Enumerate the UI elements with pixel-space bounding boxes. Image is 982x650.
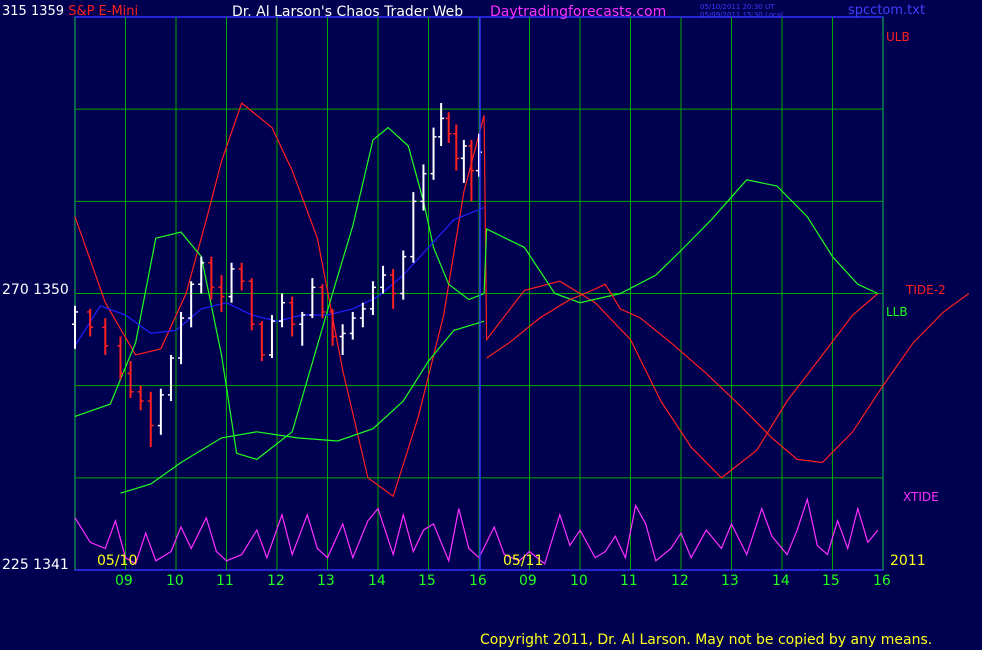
header-left-prefix: 315 bbox=[2, 4, 31, 19]
header-title: Dr. Al Larson's Chaos Trader Web bbox=[232, 4, 464, 20]
chart-svg bbox=[72, 16, 970, 571]
hour-label: 11 bbox=[620, 573, 638, 589]
label-ulb: ULB bbox=[886, 30, 910, 44]
y-label-bottom: 225 1341 bbox=[2, 557, 69, 573]
header-price: 315 1359 S&P E-Mini bbox=[2, 5, 138, 18]
label-year: 2011 bbox=[890, 553, 926, 569]
hour-label: 15 bbox=[418, 573, 436, 589]
hour-label: 09 bbox=[519, 573, 537, 589]
header-file: spcctom.txt bbox=[848, 3, 926, 18]
hour-label: 12 bbox=[267, 573, 285, 589]
header-dates: 05/10/2011 20:30 UT 05/09/2011 15:30 Loc… bbox=[700, 3, 783, 19]
series-layer bbox=[74, 101, 970, 565]
header-symbol: S&P E-Mini bbox=[68, 4, 139, 19]
series-avg-line bbox=[74, 206, 485, 347]
hour-label: 13 bbox=[721, 573, 739, 589]
date-label-0510: 05/10 bbox=[97, 553, 138, 569]
grid bbox=[74, 17, 884, 570]
label-llb: LLB bbox=[886, 305, 908, 319]
hour-label: 10 bbox=[570, 573, 588, 589]
header-site[interactable]: Daytradingforecasts.com bbox=[490, 5, 666, 19]
header-date-line2: 05/09/2011 15:30 Local bbox=[700, 11, 784, 19]
date-label-0511: 05/11 bbox=[503, 553, 544, 569]
hour-label: 15 bbox=[822, 573, 840, 589]
hour-label: 10 bbox=[166, 573, 184, 589]
header-left-price: 1359 bbox=[30, 4, 65, 19]
series-xtide-line bbox=[74, 497, 879, 565]
hour-label: 14 bbox=[772, 573, 790, 589]
header-date-line1: 05/10/2011 20:30 UT bbox=[700, 3, 775, 11]
series-ulb-line bbox=[74, 101, 879, 498]
hour-label: 11 bbox=[216, 573, 234, 589]
hour-label: 16 bbox=[873, 573, 891, 589]
label-tide2: TIDE-2 bbox=[906, 283, 946, 297]
hour-label: 09 bbox=[115, 573, 133, 589]
y-label-middle: 270 1350 bbox=[2, 282, 69, 298]
label-xtide: XTIDE bbox=[903, 490, 939, 504]
copyright: Copyright 2011, Dr. Al Larson. May not b… bbox=[480, 632, 933, 648]
hour-label: 13 bbox=[317, 573, 335, 589]
series-llb-lower-line bbox=[120, 320, 485, 494]
hour-label: 14 bbox=[368, 573, 386, 589]
hour-label: 12 bbox=[671, 573, 689, 589]
hour-label: 16 bbox=[469, 573, 487, 589]
